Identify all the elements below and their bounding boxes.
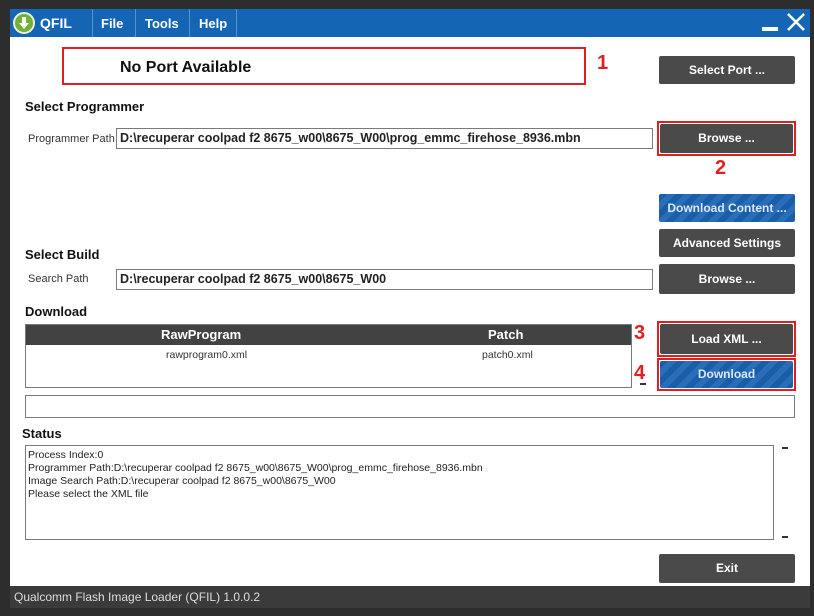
annotation-number-1: 1	[597, 52, 609, 74]
annotation-number-4: 4	[634, 362, 646, 384]
programmer-path-label: Programmer Path	[28, 133, 115, 145]
column-rawprogram: RawProgram	[161, 327, 242, 342]
app-title: QFIL	[40, 15, 72, 31]
status-bar: Qualcomm Flash Image Loader (QFIL) 1.0.0…	[10, 586, 810, 608]
rawprogram-cell[interactable]: rawprogram0.xml	[166, 349, 247, 361]
exit-button[interactable]: Exit	[659, 554, 795, 583]
download-heading: Download	[25, 304, 88, 319]
programmer-path-field[interactable]: D:\recuperar coolpad f2 8675_w00\8675_W0…	[116, 128, 653, 149]
main-panel: No Port Available 1 Select Port ... Sele…	[10, 37, 810, 586]
status-line: Image Search Path:D:\recuperar coolpad f…	[28, 475, 336, 487]
splitter-mark	[782, 447, 788, 449]
status-line: Process Index:0	[28, 449, 104, 461]
annotation-number-2: 2	[715, 157, 727, 179]
menu-separator	[189, 9, 190, 37]
annotation-number-3: 3	[634, 322, 646, 344]
select-programmer-heading: Select Programmer	[25, 99, 145, 114]
status-line: Programmer Path:D:\recuperar coolpad f2 …	[28, 462, 483, 474]
menu-file[interactable]: File	[101, 9, 123, 37]
progress-bar	[25, 395, 795, 418]
browse-build-button[interactable]: Browse ...	[659, 264, 795, 294]
table-header: RawProgram Patch	[26, 325, 631, 345]
status-heading: Status	[22, 426, 62, 441]
app-logo: QFIL	[13, 9, 99, 37]
patch-cell[interactable]: patch0.xml	[482, 349, 533, 361]
download-content-button[interactable]: Download Content ...	[659, 194, 795, 222]
menu-separator	[135, 9, 136, 37]
port-status: No Port Available	[120, 59, 252, 76]
close-icon[interactable]	[786, 12, 806, 32]
menu-help[interactable]: Help	[199, 9, 227, 37]
browse-programmer-button[interactable]: Browse ...	[660, 124, 793, 153]
menu-separator	[236, 9, 237, 37]
menu-separator	[92, 9, 93, 37]
column-patch: Patch	[488, 327, 524, 342]
menu-tools[interactable]: Tools	[145, 9, 179, 37]
title-bar: QFIL File Tools Help	[10, 9, 810, 37]
advanced-settings-button[interactable]: Advanced Settings	[659, 229, 795, 257]
download-button[interactable]: Download	[660, 361, 793, 388]
search-path-field[interactable]: D:\recuperar coolpad f2 8675_w00\8675_W0…	[116, 269, 653, 290]
search-path-label: Search Path	[28, 273, 89, 285]
download-table: RawProgram Patch rawprogram0.xml patch0.…	[25, 324, 632, 388]
load-xml-button[interactable]: Load XML ...	[660, 324, 793, 354]
select-port-button[interactable]: Select Port ...	[659, 56, 795, 84]
minimize-icon[interactable]	[762, 27, 778, 31]
download-arrow-icon	[13, 12, 35, 34]
splitter-mark	[782, 536, 788, 538]
status-log: Process Index:0 Programmer Path:D:\recup…	[25, 445, 774, 540]
select-build-heading: Select Build	[25, 247, 100, 262]
status-line: Please select the XML file	[28, 488, 149, 500]
qfil-window: QFIL File Tools Help No Port Available 1…	[0, 0, 814, 616]
